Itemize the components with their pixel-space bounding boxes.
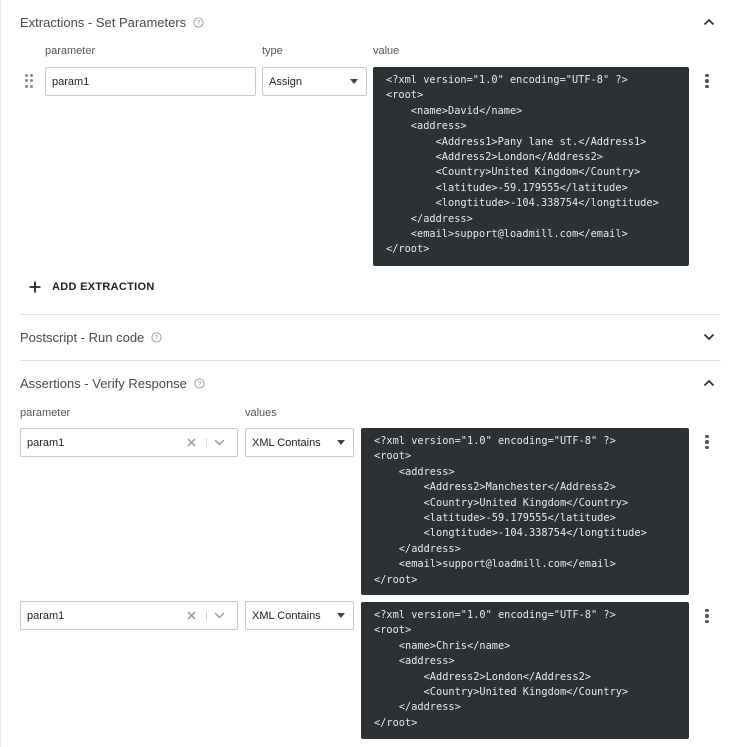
extractions-parameter-column-label: parameter bbox=[45, 45, 96, 57]
left-border bbox=[0, 0, 1, 747]
assertions-header[interactable]: Assertions - Verify Response ? bbox=[20, 373, 721, 393]
assertions-parameter-column-label: parameter bbox=[20, 407, 71, 419]
divider bbox=[20, 314, 721, 315]
assertion-parameter-value: param1 bbox=[27, 436, 65, 449]
help-circle-icon[interactable]: ? bbox=[194, 377, 205, 389]
assertion-type-value: XML Contains bbox=[252, 609, 321, 622]
plus-icon bbox=[27, 279, 43, 295]
separator bbox=[206, 437, 207, 448]
assertions-title: Assertions - Verify Response bbox=[20, 375, 187, 391]
add-extraction-button[interactable]: ADD EXTRACTION bbox=[27, 278, 155, 296]
more-vertical-icon[interactable] bbox=[699, 72, 715, 90]
svg-text:?: ? bbox=[155, 334, 159, 341]
close-icon[interactable] bbox=[184, 609, 198, 623]
help-circle-icon[interactable]: ? bbox=[151, 331, 162, 343]
svg-text:?: ? bbox=[197, 380, 201, 387]
svg-text:?: ? bbox=[197, 19, 201, 26]
postscript-header[interactable]: Postscript - Run code ? bbox=[20, 327, 721, 347]
chevron-down-icon[interactable] bbox=[701, 329, 717, 345]
extractions-title: Extractions - Set Parameters bbox=[20, 14, 187, 30]
caret-down-icon bbox=[337, 440, 345, 445]
more-vertical-icon[interactable] bbox=[699, 433, 715, 451]
caret-down-icon bbox=[350, 79, 358, 84]
caret-down-icon bbox=[337, 613, 345, 618]
separator bbox=[206, 610, 207, 621]
chevron-down-icon[interactable] bbox=[211, 435, 227, 451]
assertion-type-value: XML Contains bbox=[252, 436, 321, 449]
drag-handle-icon[interactable] bbox=[25, 74, 35, 88]
assertion-value-editor[interactable]: <?xml version="1.0" encoding="UTF-8" ?> … bbox=[361, 602, 689, 739]
chevron-up-icon[interactable] bbox=[701, 14, 717, 30]
assertion-type-select[interactable]: XML Contains bbox=[245, 428, 354, 457]
add-extraction-label: ADD EXTRACTION bbox=[52, 281, 155, 293]
extraction-parameter-input[interactable] bbox=[45, 67, 256, 96]
extractions-header[interactable]: Extractions - Set Parameters ? bbox=[20, 12, 721, 32]
postscript-title: Postscript - Run code bbox=[20, 329, 145, 345]
assertion-parameter-value: param1 bbox=[27, 609, 65, 622]
divider bbox=[20, 360, 721, 361]
assertion-type-select[interactable]: XML Contains bbox=[245, 601, 354, 630]
extraction-value-editor[interactable]: <?xml version="1.0" encoding="UTF-8" ?> … bbox=[373, 67, 689, 266]
help-circle-icon[interactable]: ? bbox=[193, 16, 204, 28]
assertions-values-column-label: values bbox=[245, 407, 277, 419]
close-icon[interactable] bbox=[184, 436, 198, 450]
chevron-down-icon[interactable] bbox=[211, 608, 227, 624]
extraction-type-select[interactable]: Assign bbox=[262, 67, 367, 96]
chevron-up-icon[interactable] bbox=[701, 375, 717, 391]
extractions-type-column-label: type bbox=[262, 45, 283, 57]
extraction-type-value: Assign bbox=[269, 75, 303, 88]
assertion-parameter-combobox[interactable]: param1 bbox=[20, 428, 238, 457]
extractions-value-column-label: value bbox=[373, 45, 400, 57]
assertion-value-editor[interactable]: <?xml version="1.0" encoding="UTF-8" ?> … bbox=[361, 428, 689, 595]
more-vertical-icon[interactable] bbox=[699, 607, 715, 625]
assertion-parameter-combobox[interactable]: param1 bbox=[20, 601, 238, 630]
